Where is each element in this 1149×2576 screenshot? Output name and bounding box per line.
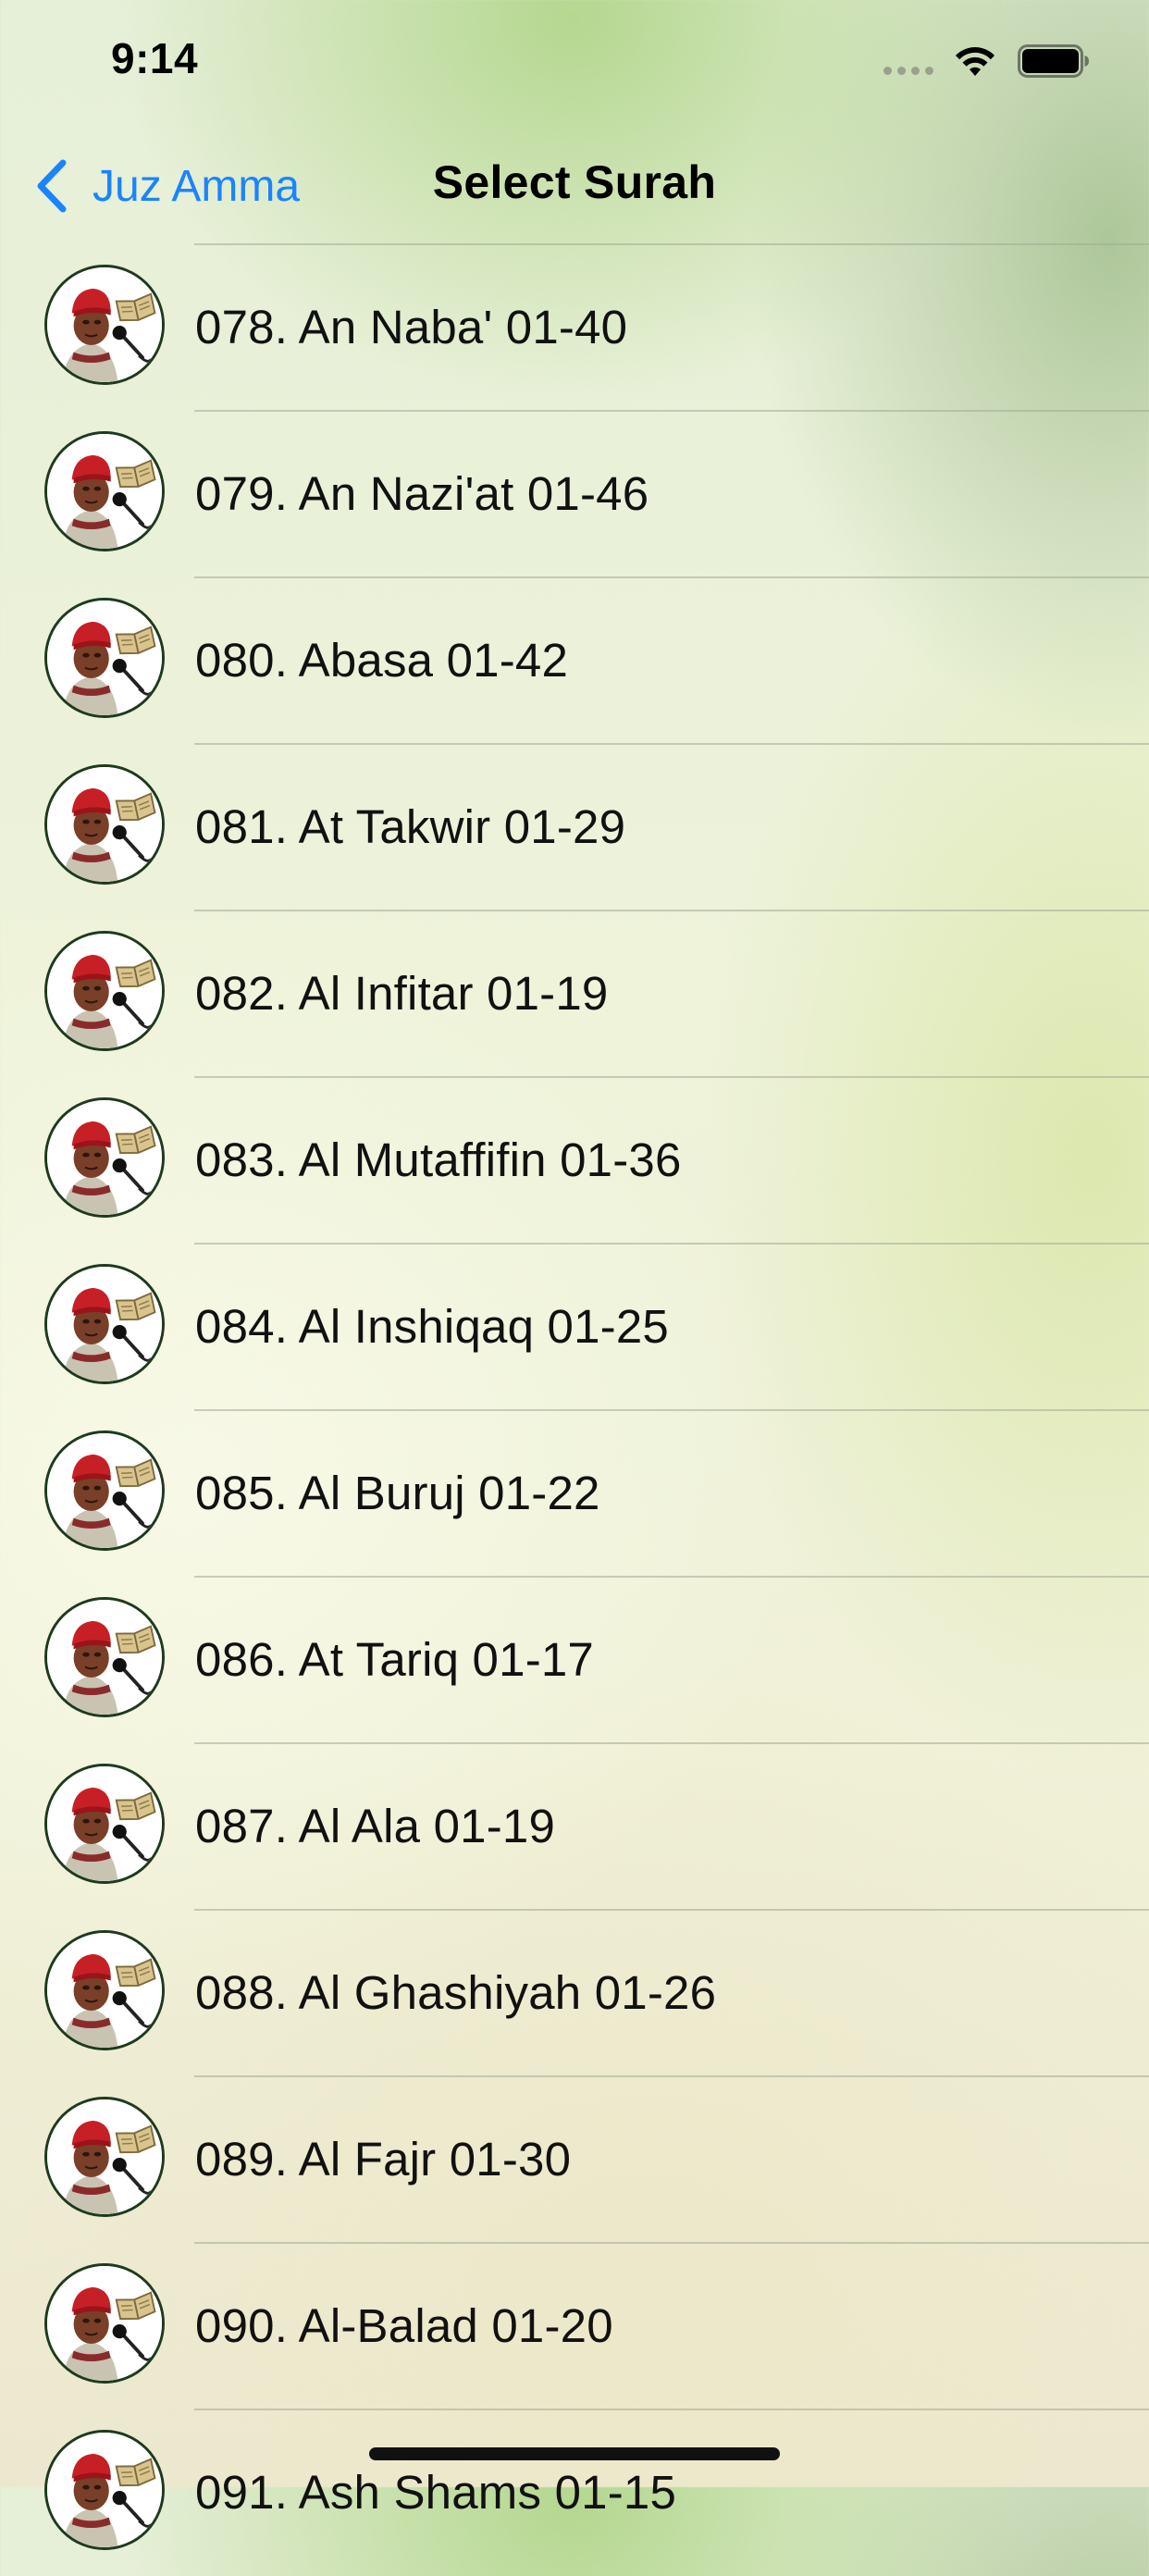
list-item[interactable]: 084. Al Inshiqaq 01-25	[0, 1243, 1149, 1410]
reciter-avatar	[44, 2430, 165, 2550]
reciter-avatar	[44, 598, 165, 718]
cellular-dots-icon	[883, 67, 933, 75]
battery-icon	[1018, 44, 1089, 78]
surah-label: 083. Al Mutaffifin 01-36	[195, 1133, 682, 1186]
reciter-avatar	[44, 764, 165, 885]
list-item[interactable]: 083. Al Mutaffifin 01-36	[0, 1076, 1149, 1244]
reciter-avatar	[44, 1264, 165, 1384]
reciter-avatar	[44, 1597, 165, 1717]
reciter-avatar	[44, 1764, 165, 1884]
surah-label: 081. At Takwir 01-29	[195, 800, 626, 853]
surah-label: 078. An Naba' 01-40	[195, 301, 628, 353]
list-item[interactable]: 089. Al Fajr 01-30	[0, 2075, 1149, 2243]
list-item[interactable]: 087. Al Ala 01-19	[0, 1742, 1149, 1910]
surah-label: 090. Al-Balad 01-20	[195, 2299, 613, 2352]
reciter-avatar	[44, 431, 165, 551]
wifi-icon	[956, 47, 995, 76]
surah-label: 087. Al Ala 01-19	[195, 1800, 556, 1852]
surah-label: 080. Abasa 01-42	[195, 634, 569, 687]
surah-label: 082. Al Infitar 01-19	[195, 967, 609, 1020]
surah-label: 088. Al Ghashiyah 01-26	[195, 1966, 717, 2019]
list-item[interactable]: 079. An Nazi'at 01-46	[0, 410, 1149, 577]
reciter-avatar	[44, 1430, 165, 1551]
reciter-avatar	[44, 1930, 165, 2050]
surah-list: 078. An Naba' 01-40 079. An Nazi'at 01-4…	[0, 243, 1149, 2576]
home-indicator[interactable]	[369, 2447, 780, 2460]
list-item[interactable]: 091. Ash Shams 01-15	[0, 2409, 1149, 2576]
reciter-avatar	[44, 265, 165, 385]
list-item[interactable]: 085. Al Buruj 01-22	[0, 1409, 1149, 1577]
list-item[interactable]: 086. At Tariq 01-17	[0, 1576, 1149, 1743]
list-item[interactable]: 082. Al Infitar 01-19	[0, 910, 1149, 1077]
reciter-avatar	[44, 2097, 165, 2217]
surah-label: 086. At Tariq 01-17	[195, 1633, 594, 1686]
surah-label: 085. Al Buruj 01-22	[195, 1467, 600, 1519]
surah-label: 084. Al Inshiqaq 01-25	[195, 1300, 669, 1353]
list-item[interactable]: 081. At Takwir 01-29	[0, 743, 1149, 910]
status-time: 9:14	[111, 34, 199, 82]
reciter-avatar	[44, 1097, 165, 1218]
list-item[interactable]: 078. An Naba' 01-40	[0, 243, 1149, 411]
navigation-bar: Juz Amma Select Surah	[0, 130, 1149, 244]
reciter-avatar	[44, 2263, 165, 2384]
list-item[interactable]: 080. Abasa 01-42	[0, 576, 1149, 744]
surah-label: 079. An Nazi'at 01-46	[195, 467, 649, 520]
page-title: Select Surah	[432, 156, 717, 208]
list-item[interactable]: 090. Al-Balad 01-20	[0, 2242, 1149, 2409]
surah-label: 089. Al Fajr 01-30	[195, 2133, 572, 2186]
surah-label: 091. Ash Shams 01-15	[195, 2466, 677, 2519]
status-bar: 9:14	[0, 0, 1149, 130]
reciter-avatar	[44, 931, 165, 1051]
list-item[interactable]: 088. Al Ghashiyah 01-26	[0, 1909, 1149, 2076]
